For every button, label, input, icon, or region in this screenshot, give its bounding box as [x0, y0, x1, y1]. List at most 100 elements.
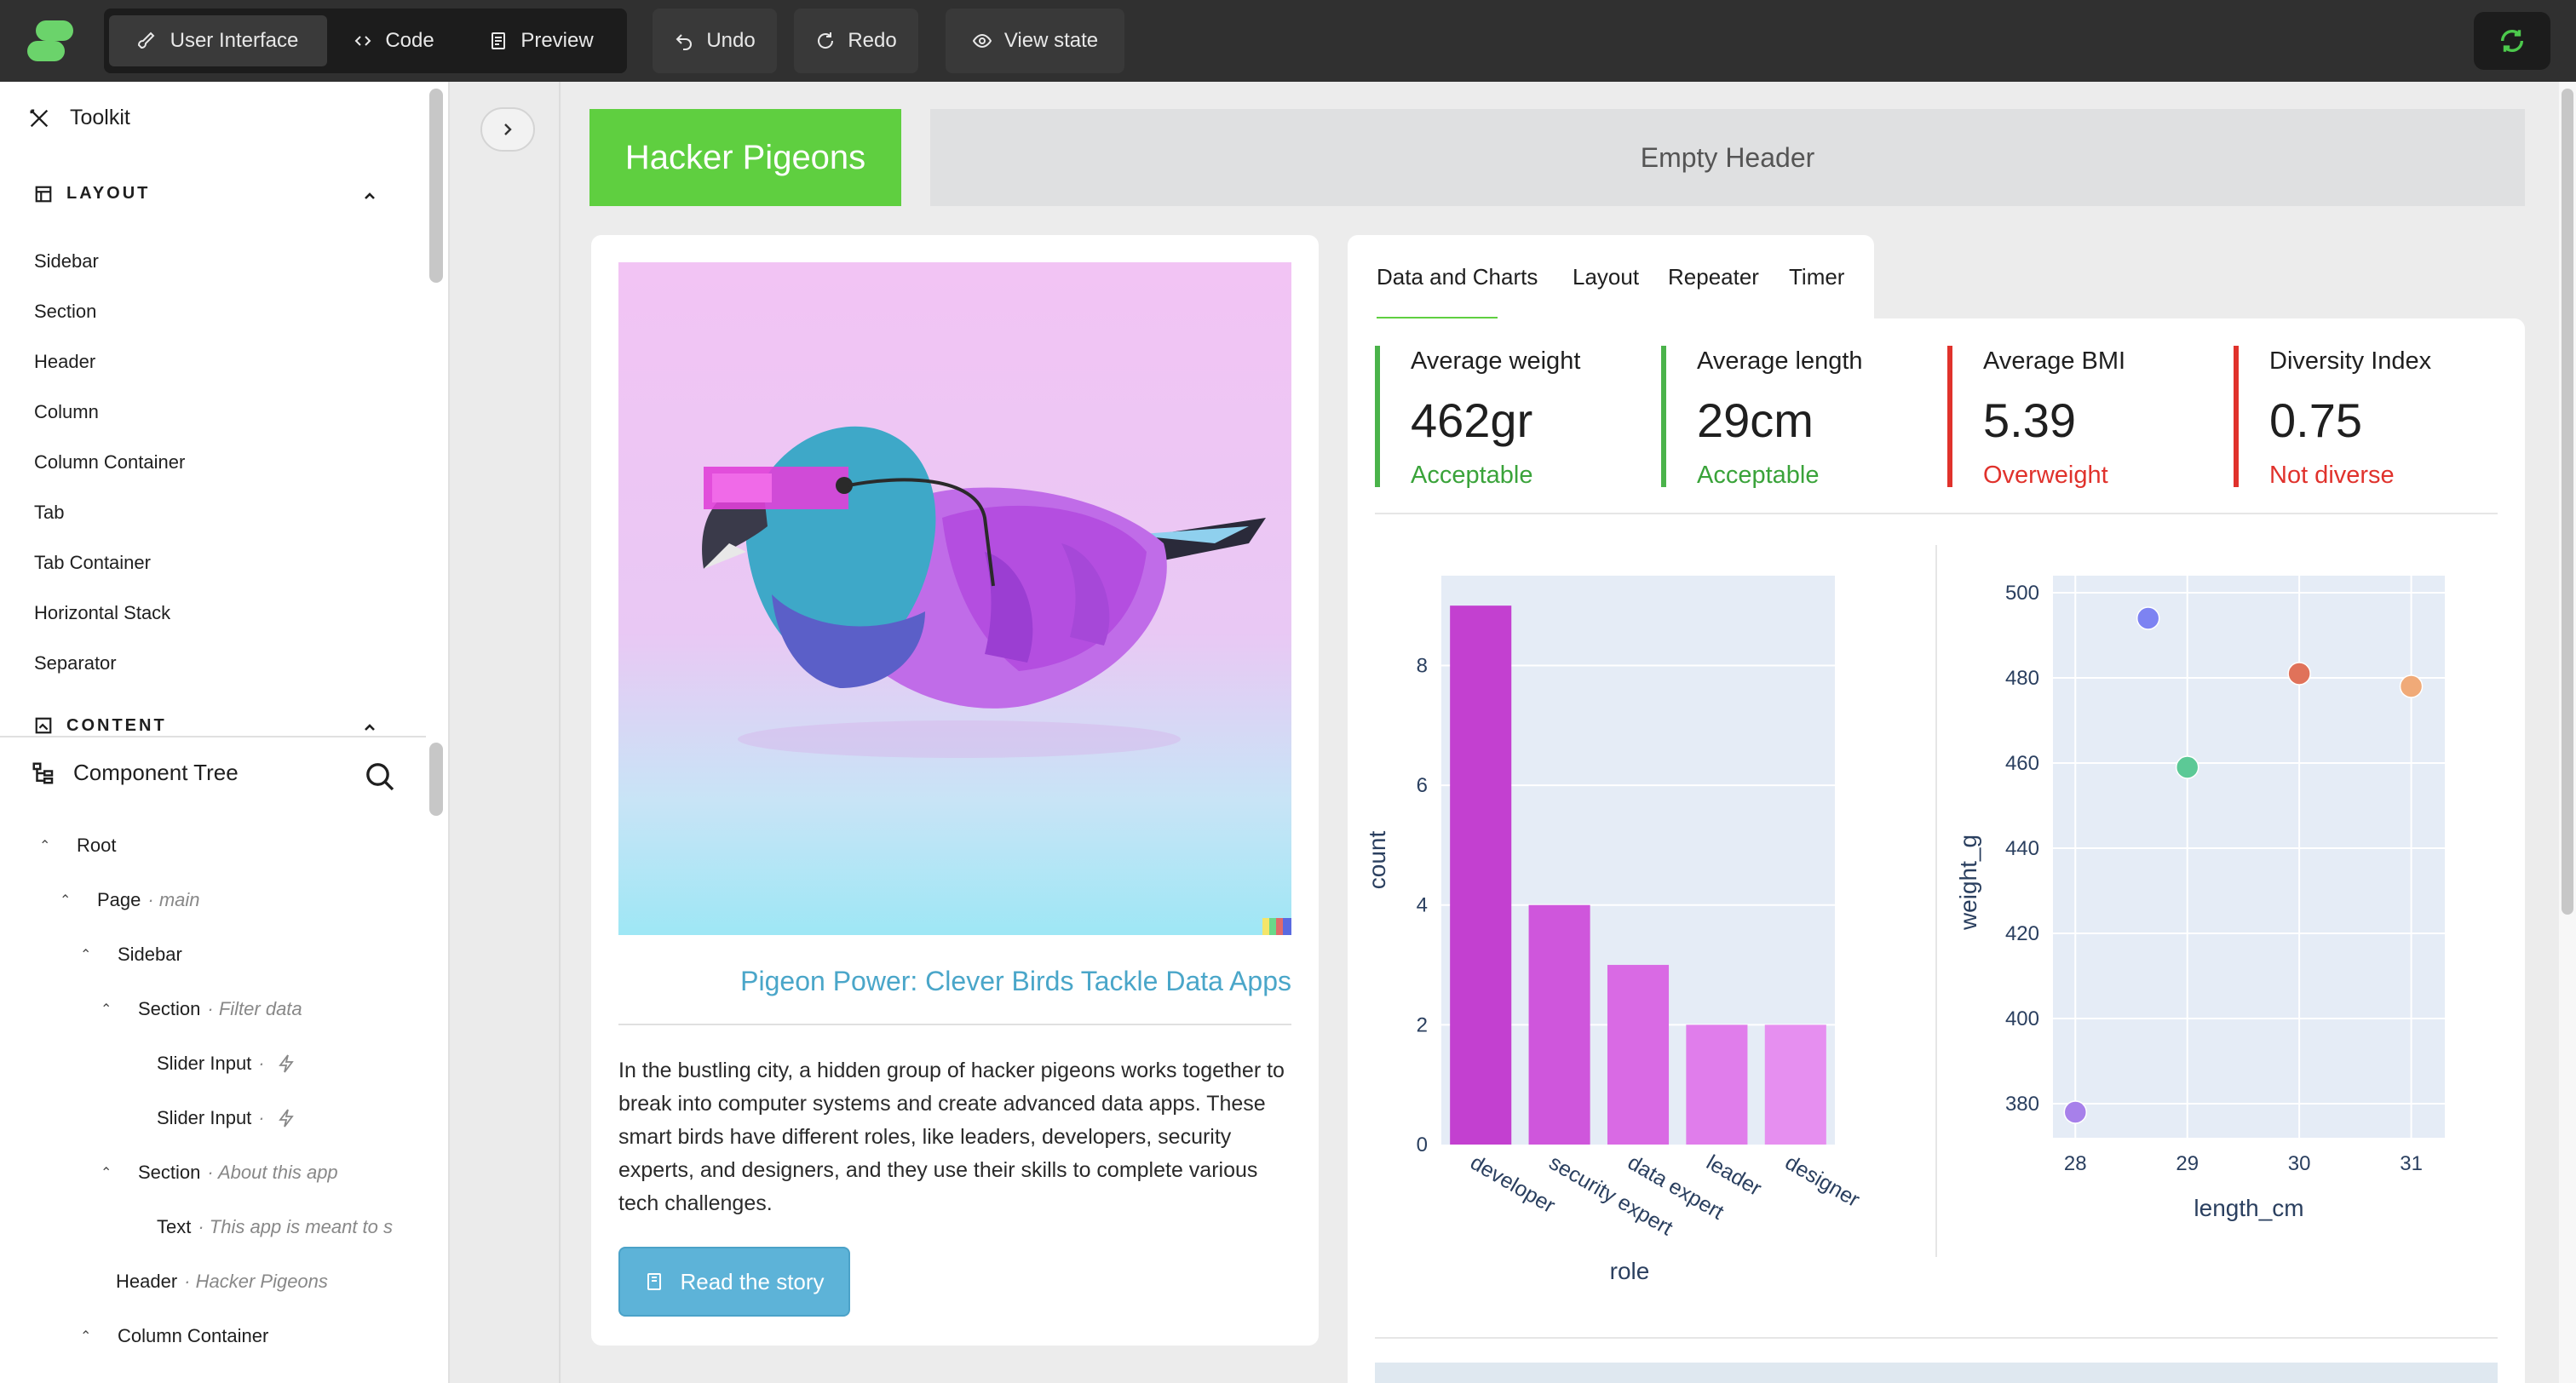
data-table-preview	[1375, 1363, 2498, 1383]
x-tick-label: 31	[2400, 1152, 2423, 1175]
scatter-point	[2175, 755, 2199, 779]
view-state-button[interactable]: View state	[946, 9, 1124, 73]
metric-value: 462gr	[1411, 393, 1533, 447]
code-label: Code	[385, 29, 434, 52]
chevron-up-icon[interactable]: ⌃	[39, 837, 53, 854]
undo-button[interactable]: Undo	[653, 9, 777, 73]
metric-label: Average length	[1697, 347, 1863, 375]
tree-scrollbar[interactable]	[429, 743, 443, 816]
tree-node-header[interactable]: Header · Hacker Pigeons	[116, 1271, 328, 1293]
tree-icon	[32, 762, 54, 783]
tree-node-label: Slider Input	[157, 1053, 252, 1074]
role-count-bar-chart[interactable]: 02468developersecurity expertdata expert…	[1365, 542, 1927, 1291]
y-tick-label: 380	[2005, 1093, 2039, 1116]
tree-node-label: Root	[77, 835, 117, 856]
layout-section-title: LAYOUT	[66, 184, 151, 203]
toolkit-item-column[interactable]: Column	[34, 401, 99, 423]
sync-status-button[interactable]	[2474, 12, 2550, 70]
read-story-button[interactable]: Read the story	[618, 1247, 850, 1317]
x-tick-label: 30	[2288, 1152, 2311, 1175]
tree-node-slider-input[interactable]: Slider Input ·	[157, 1107, 296, 1129]
redo-button[interactable]: Redo	[794, 9, 918, 73]
content-section-header[interactable]: CONTENT	[34, 717, 167, 734]
chevron-up-icon[interactable]: ⌃	[101, 1164, 114, 1181]
content-icon	[35, 717, 52, 734]
chevron-up-icon[interactable]	[361, 187, 378, 204]
chevron-up-icon[interactable]: ⌃	[80, 1328, 94, 1345]
eye-icon	[972, 33, 992, 49]
tree-node-label: Section	[138, 998, 201, 1019]
y-tick-label: 400	[2005, 1007, 2039, 1030]
y-tick-label: 6	[1417, 774, 1428, 797]
tree-node-slider-input[interactable]: Slider Input ·	[157, 1053, 296, 1075]
redo-label: Redo	[848, 29, 897, 52]
metric-label: Diversity Index	[2269, 347, 2432, 375]
tree-node-root[interactable]: ⌃ Root	[39, 835, 116, 857]
chevron-up-icon[interactable]: ⌃	[80, 946, 94, 963]
toolkit-item-column-container[interactable]: Column Container	[34, 451, 185, 473]
y-axis-title: count	[1365, 831, 1390, 890]
layout-section-header[interactable]: LAYOUT	[34, 184, 150, 204]
y-axis-title: weight_g	[1955, 835, 1981, 931]
toolkit-scrollbar[interactable]	[429, 89, 443, 283]
canvas-scrollbar[interactable]	[2559, 82, 2576, 1383]
undo-label: Undo	[706, 29, 756, 52]
tree-node-text[interactable]: Text · This app is meant to s	[157, 1216, 404, 1238]
preview-tab[interactable]: Preview	[460, 15, 622, 66]
length-weight-scatter-chart[interactable]: 380 400 420 440 460 480 500 28 29 30 31 length_cm we…	[1944, 542, 2506, 1291]
x-tick-label: designer	[1781, 1151, 1864, 1212]
y-tick-label: 2	[1417, 1013, 1428, 1036]
toolkit-item-horizontal-stack[interactable]: Horizontal Stack	[34, 602, 170, 624]
chevron-up-icon[interactable]: ⌃	[60, 892, 73, 909]
empty-header: Empty Header	[930, 109, 2525, 206]
plot-area	[2053, 576, 2445, 1138]
toolkit-item-tab[interactable]: Tab	[34, 502, 64, 524]
metric-label: Average weight	[1411, 347, 1581, 375]
tree-node-page[interactable]: ⌃ Page · main	[60, 889, 200, 911]
lightning-icon	[278, 1109, 294, 1128]
toolkit-item-sidebar[interactable]: Sidebar	[34, 250, 99, 273]
search-icon[interactable]	[363, 760, 397, 794]
scatter-point	[2399, 674, 2424, 698]
toolkit-item-header[interactable]: Header	[34, 351, 95, 373]
tree-node-label: Column Container	[118, 1325, 269, 1346]
metric-value: 5.39	[1983, 393, 2076, 447]
x-tick-label: developer	[1466, 1151, 1559, 1218]
user-interface-tab[interactable]: User Interface	[109, 15, 327, 66]
tree-node-sidebar[interactable]: ⌃ Sidebar	[80, 944, 182, 966]
tab-data-and-charts[interactable]: Data and Charts	[1377, 264, 1538, 290]
tree-node-sublabel: · Filter data	[207, 998, 302, 1019]
chevron-up-icon[interactable]: ⌃	[101, 1001, 114, 1018]
expand-sidebar-button[interactable]	[480, 107, 535, 152]
chart-divider	[1935, 545, 1937, 1257]
app-header-title: Hacker Pigeons	[589, 109, 901, 206]
tree-node-sublabel: · About this app	[207, 1162, 338, 1183]
chevron-up-icon[interactable]	[361, 719, 378, 734]
tab-repeater[interactable]: Repeater	[1668, 264, 1759, 290]
scatter-point	[2136, 606, 2160, 630]
tab-layout[interactable]: Layout	[1573, 264, 1639, 290]
toolkit-item-separator[interactable]: Separator	[34, 652, 117, 674]
tab-timer[interactable]: Timer	[1789, 264, 1844, 290]
bar	[1528, 904, 1590, 1145]
card-divider	[618, 1024, 1291, 1025]
bar	[1450, 605, 1512, 1145]
toolkit-item-tab-container[interactable]: Tab Container	[34, 552, 151, 574]
scatter-point	[2063, 1100, 2088, 1124]
content-section-title: CONTENT	[66, 717, 167, 734]
y-tick-label: 8	[1417, 654, 1428, 677]
tree-node-section-about[interactable]: ⌃ Section · About this app	[101, 1162, 338, 1184]
story-link-title[interactable]: Pigeon Power: Clever Birds Tackle Data A…	[740, 966, 1291, 997]
data-charts-panel: Average weight 462gr Acceptable Average …	[1348, 318, 2525, 1383]
panel-divider	[0, 736, 426, 737]
tab-bar: Data and Charts Layout Repeater Timer	[1348, 235, 1874, 320]
toolkit-item-section[interactable]: Section	[34, 301, 96, 323]
layout-icon	[35, 186, 52, 202]
bar	[1686, 1024, 1748, 1145]
tree-node-section-filter[interactable]: ⌃ Section · Filter data	[101, 998, 302, 1020]
tree-node-column-container[interactable]: ⌃ Column Container	[80, 1325, 268, 1347]
y-tick-label: 500	[2005, 582, 2039, 605]
top-toolbar: User Interface Code Preview Undo Redo Vi…	[0, 0, 2576, 82]
code-tab[interactable]: Code	[334, 15, 453, 66]
bar	[1764, 1024, 1826, 1145]
